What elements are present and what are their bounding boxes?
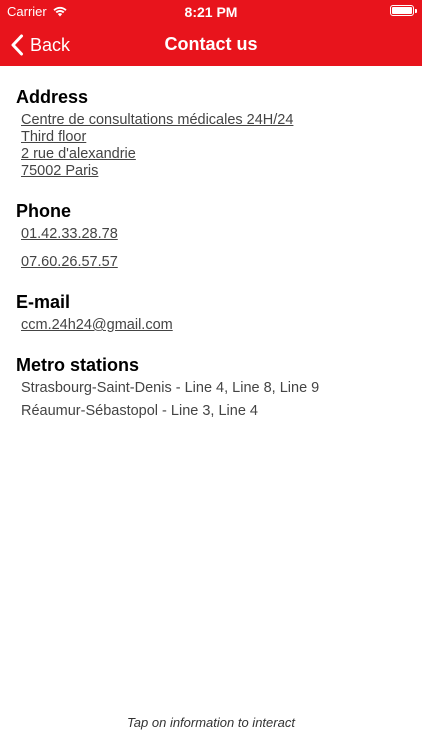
status-bar: Carrier 8:21 PM bbox=[0, 0, 422, 24]
header-bar: Carrier 8:21 PM Back Contact us bbox=[0, 0, 422, 66]
metro-title: Metro stations bbox=[16, 355, 140, 375]
contact-screen: Carrier 8:21 PM Back Contact us Address … bbox=[0, 0, 422, 750]
metro-section: Metro stations Strasbourg-Saint-Denis - … bbox=[16, 354, 319, 426]
metro-station-item: Réaumur-Sébastopol - Line 3, Line 4 bbox=[21, 403, 258, 419]
nav-bar: Back Contact us bbox=[0, 24, 422, 66]
address-line-link[interactable]: 75002 Paris bbox=[21, 163, 293, 180]
status-time: 8:21 PM bbox=[184, 4, 238, 20]
phone-title: Phone bbox=[16, 201, 72, 221]
address-section: Address Centre de consultations médicale… bbox=[16, 86, 293, 180]
phone-section: Phone 01.42.33.28.78 07.60.26.57.57 bbox=[16, 200, 118, 282]
address-line-link[interactable]: 2 rue d'alexandrie bbox=[21, 146, 293, 163]
email-section: E-mail ccm.24h24@gmail.com bbox=[16, 291, 173, 334]
phone-link[interactable]: 01.42.33.28.78 bbox=[21, 226, 118, 243]
address-line-link[interactable]: Centre de consultations médicales 24H/24 bbox=[21, 112, 293, 129]
phone-link[interactable]: 07.60.26.57.57 bbox=[21, 254, 118, 271]
address-title: Address bbox=[16, 87, 89, 107]
battery-icon bbox=[390, 5, 417, 16]
email-link[interactable]: ccm.24h24@gmail.com bbox=[21, 317, 173, 334]
status-right bbox=[390, 5, 417, 16]
email-title: E-mail bbox=[16, 292, 71, 312]
page-title: Contact us bbox=[164, 34, 258, 54]
metro-station-item: Strasbourg-Saint-Denis - Line 4, Line 8,… bbox=[21, 380, 320, 396]
address-line-link[interactable]: Third floor bbox=[21, 129, 293, 146]
footer-hint: Tap on information to interact bbox=[127, 715, 295, 730]
